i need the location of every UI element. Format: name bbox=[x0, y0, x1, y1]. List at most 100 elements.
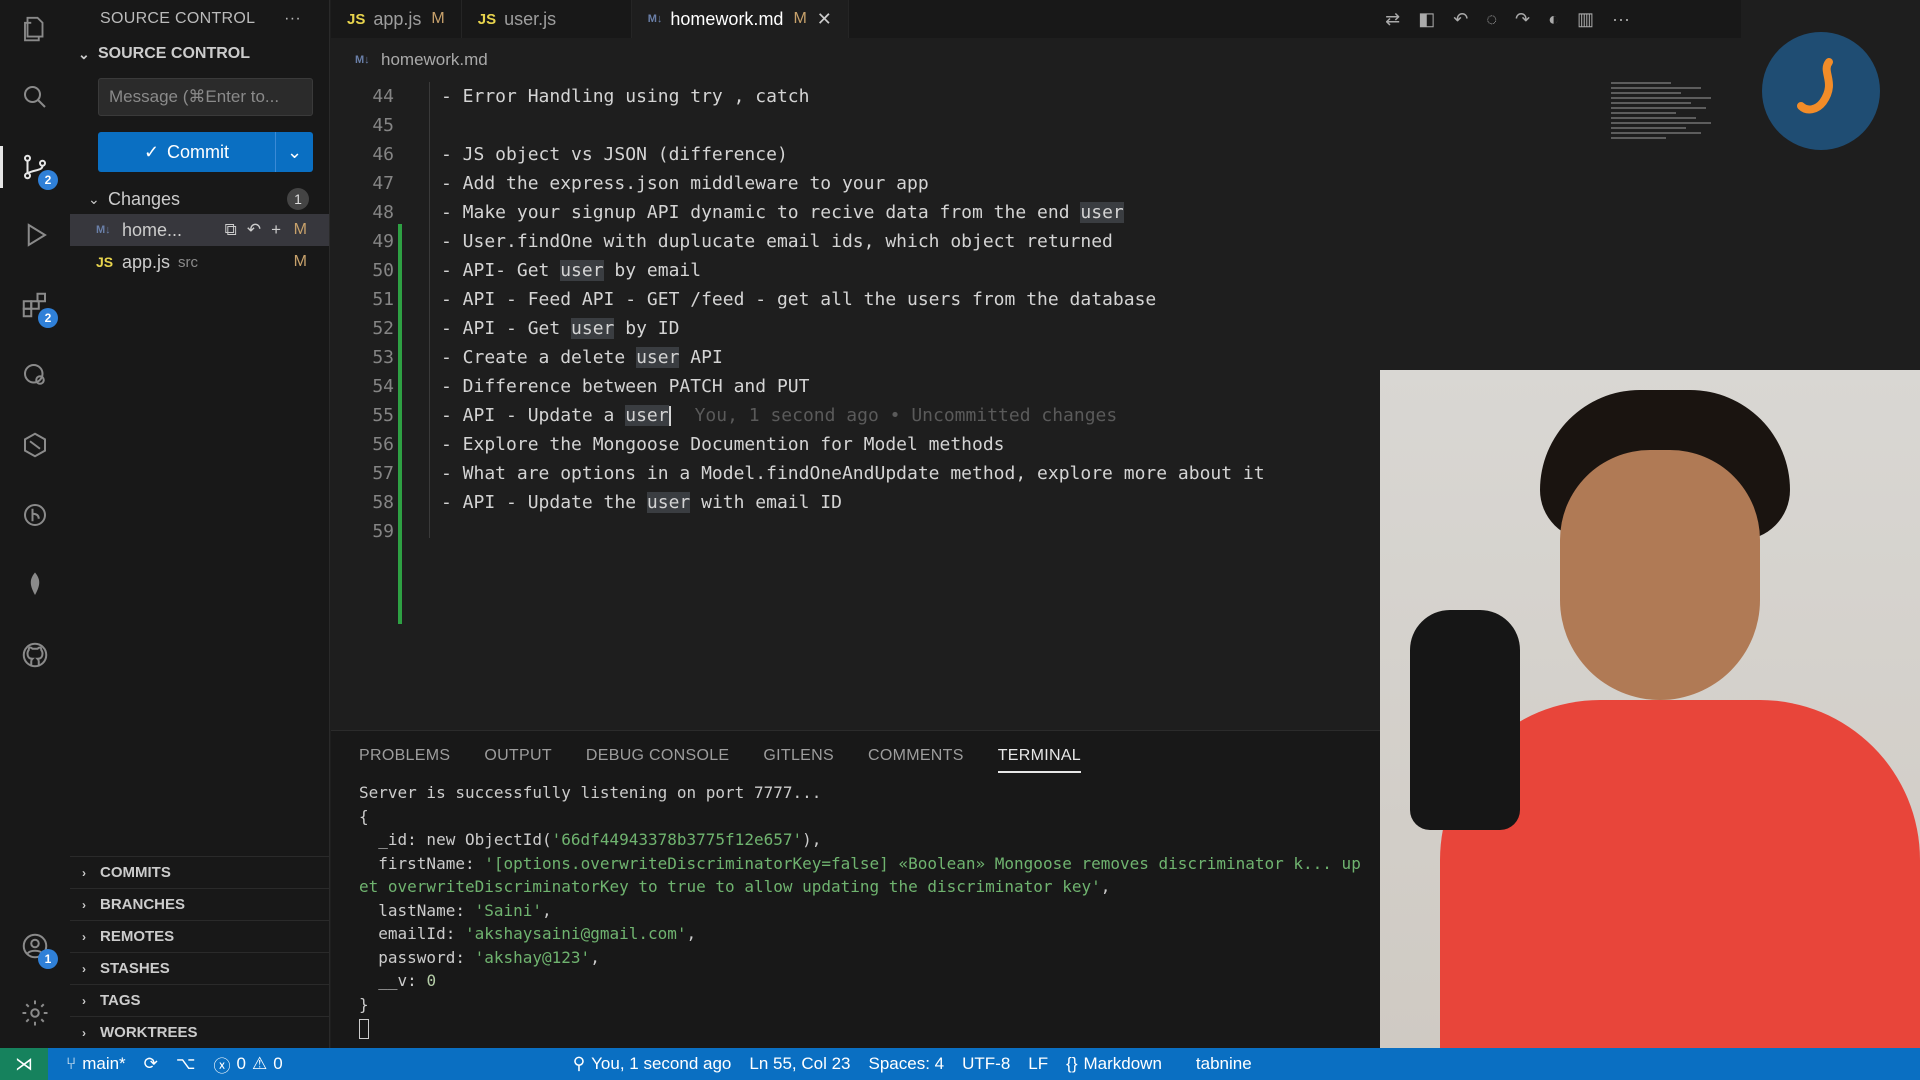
language-mode[interactable]: {} Markdown bbox=[1066, 1054, 1162, 1074]
code-line[interactable]: 52 - API - Get user by ID bbox=[331, 314, 1591, 343]
scm-collapsed-sections: › COMMITS › BRANCHES › REMOTES › STASHES › TA… bbox=[70, 856, 330, 1048]
code-line[interactable]: 51 - API - Feed API - GET /feed - get all… bbox=[331, 285, 1591, 314]
open-file-icon[interactable]: ⧉ bbox=[225, 220, 237, 240]
file-status: M bbox=[293, 253, 307, 270]
chevron-right-icon: › bbox=[82, 865, 86, 880]
tab-debug-console[interactable]: DEBUG CONSOLE bbox=[586, 747, 730, 765]
channel-logo-icon bbox=[1762, 32, 1880, 150]
tab-label: user.js bbox=[504, 8, 557, 29]
explorer-icon[interactable] bbox=[14, 8, 56, 50]
changed-file-app-js[interactable]: JS app.js src M bbox=[70, 246, 329, 278]
tab-output[interactable]: OUTPUT bbox=[484, 747, 552, 765]
changed-file-homework[interactable]: M↓ home... ⧉ ↶ + M bbox=[70, 214, 329, 246]
remote-indicator-icon[interactable]: ⋊ bbox=[0, 1048, 48, 1080]
section-commits[interactable]: › COMMITS bbox=[70, 856, 330, 888]
github-icon[interactable] bbox=[14, 634, 56, 676]
line-number: 55 bbox=[372, 405, 394, 426]
breadcrumb-file[interactable]: homework.md bbox=[381, 50, 488, 70]
error-icon: ⓧ bbox=[213, 1056, 231, 1076]
changes-group-header[interactable]: ⌄ Changes 1 bbox=[70, 184, 329, 214]
commit-button[interactable]: ✓ Commit bbox=[98, 132, 275, 172]
section-label: STASHES bbox=[100, 960, 170, 977]
compare-changes-icon[interactable]: ⇄ bbox=[1385, 9, 1400, 30]
go-back-icon[interactable]: ↶ bbox=[1453, 9, 1468, 30]
code-line[interactable]: 44 - Error Handling using try , catch bbox=[331, 82, 1591, 111]
tab-comments[interactable]: COMMENTS bbox=[868, 747, 964, 765]
tab-app-js[interactable]: JS app.js M bbox=[331, 0, 462, 38]
terminal-line: password: 'akshay@123', bbox=[359, 947, 600, 967]
go-forward-icon[interactable]: ↷ bbox=[1515, 9, 1530, 30]
markdown-file-icon: M↓ bbox=[96, 224, 111, 236]
stage-changes-icon[interactable]: + bbox=[271, 220, 281, 240]
markdown-file-icon: M↓ bbox=[647, 13, 663, 25]
tab-homework-md[interactable]: M↓ homework.md M ✕ bbox=[631, 0, 849, 38]
encoding[interactable]: UTF-8 bbox=[962, 1054, 1010, 1074]
terminal-line: __v: 0 bbox=[359, 971, 437, 990]
extensions-icon[interactable]: 2 bbox=[14, 284, 58, 328]
scm-section-header[interactable]: ⌄ SOURCE CONTROL bbox=[70, 38, 329, 70]
code-line[interactable]: 53 - Create a delete user API bbox=[331, 343, 1591, 372]
tabnine-indicator[interactable]: tabnine bbox=[1196, 1054, 1252, 1074]
line-text: - Add the express.json middleware to you… bbox=[441, 173, 929, 194]
sidebar-title: SOURCE CONTROL bbox=[100, 10, 256, 27]
code-line[interactable]: 48 - Make your signup API dynamic to reci… bbox=[331, 198, 1591, 227]
line-text: - API - Update the user with email ID bbox=[441, 492, 842, 513]
tab-problems[interactable]: PROBLEMS bbox=[359, 747, 450, 765]
chevron-right-icon: › bbox=[82, 1025, 86, 1040]
section-branches[interactable]: › BRANCHES bbox=[70, 888, 330, 920]
tab-status: M bbox=[793, 10, 807, 27]
line-number: 45 bbox=[372, 115, 394, 136]
source-control-icon[interactable]: 2 bbox=[0, 146, 58, 190]
section-worktrees[interactable]: › WORKTREES bbox=[70, 1016, 330, 1048]
commit-dropdown-button[interactable]: ⌄ bbox=[275, 132, 313, 172]
branch-indicator[interactable]: ⑂ main* bbox=[66, 1054, 126, 1074]
split-editor-icon[interactable]: ▥ bbox=[1577, 9, 1594, 30]
section-tags[interactable]: › TAGS bbox=[70, 984, 330, 1016]
gitlens-blame-icon[interactable]: ◐ bbox=[1548, 9, 1559, 30]
commit-message-input[interactable]: Message (⌘Enter to... bbox=[98, 78, 313, 116]
search-icon[interactable] bbox=[14, 76, 56, 118]
blame-indicator[interactable]: ⚲ You, 1 second ago bbox=[573, 1054, 732, 1074]
section-label: BRANCHES bbox=[100, 896, 186, 913]
code-line[interactable]: 50 - API- Get user by email bbox=[331, 256, 1591, 285]
file-name: app.js bbox=[122, 251, 171, 272]
gitlens-icon[interactable] bbox=[14, 494, 56, 536]
section-label: COMMITS bbox=[100, 864, 171, 881]
open-preview-icon[interactable]: ◧ bbox=[1418, 9, 1435, 30]
presenter-face bbox=[1560, 450, 1760, 700]
end-of-line[interactable]: LF bbox=[1028, 1054, 1048, 1074]
tab-gitlens[interactable]: GITLENS bbox=[763, 747, 834, 765]
code-line[interactable]: 49 - User.findOne with duplucate email id… bbox=[331, 227, 1591, 256]
tab-user-js[interactable]: JS user.js bbox=[462, 0, 632, 38]
discard-changes-icon[interactable]: ↶ bbox=[247, 220, 261, 240]
line-number: 53 bbox=[372, 347, 394, 368]
mongodb-leaf-icon[interactable] bbox=[14, 564, 56, 606]
code-line[interactable]: 46 - JS object vs JSON (difference) bbox=[331, 140, 1591, 169]
run-debug-icon[interactable] bbox=[14, 214, 56, 256]
tab-label: app.js bbox=[373, 8, 422, 29]
docker-icon[interactable] bbox=[14, 424, 56, 466]
timeline-icon[interactable]: ◌ bbox=[1486, 9, 1497, 30]
more-actions-icon[interactable]: ··· bbox=[1612, 9, 1630, 30]
terminal-line: _id: new ObjectId('66df44943378b3775f12e… bbox=[359, 830, 822, 849]
tab-terminal[interactable]: TERMINAL bbox=[997, 747, 1082, 773]
chevron-down-icon: ⌄ bbox=[88, 190, 100, 207]
editor-actions: ⇄ ◧ ↶ ◌ ↷ ◐ ▥ ··· bbox=[1385, 0, 1630, 38]
line-number: 47 bbox=[372, 173, 394, 194]
code-line[interactable]: 47 - Add the express.json middleware to y… bbox=[331, 169, 1591, 198]
problems-indicator[interactable]: ⓧ 0 ⚠ 0 bbox=[214, 1052, 283, 1077]
minimap[interactable] bbox=[1611, 82, 1721, 202]
microphone bbox=[1410, 610, 1520, 830]
close-icon[interactable]: ✕ bbox=[817, 9, 832, 30]
graph-icon[interactable]: ⌥ bbox=[176, 1054, 196, 1074]
sync-icon[interactable]: ⟳ bbox=[144, 1054, 158, 1074]
code-line[interactable]: 45 bbox=[331, 111, 1591, 140]
section-remotes[interactable]: › REMOTES bbox=[70, 920, 330, 952]
indentation[interactable]: Spaces: 4 bbox=[869, 1054, 945, 1074]
settings-gear-icon[interactable] bbox=[14, 992, 56, 1034]
section-stashes[interactable]: › STASHES bbox=[70, 952, 330, 984]
more-actions-icon[interactable]: ··· bbox=[284, 10, 301, 28]
remote-explorer-icon[interactable] bbox=[14, 354, 56, 396]
account-icon[interactable]: 1 bbox=[14, 925, 58, 969]
cursor-position[interactable]: Ln 55, Col 23 bbox=[749, 1054, 850, 1074]
